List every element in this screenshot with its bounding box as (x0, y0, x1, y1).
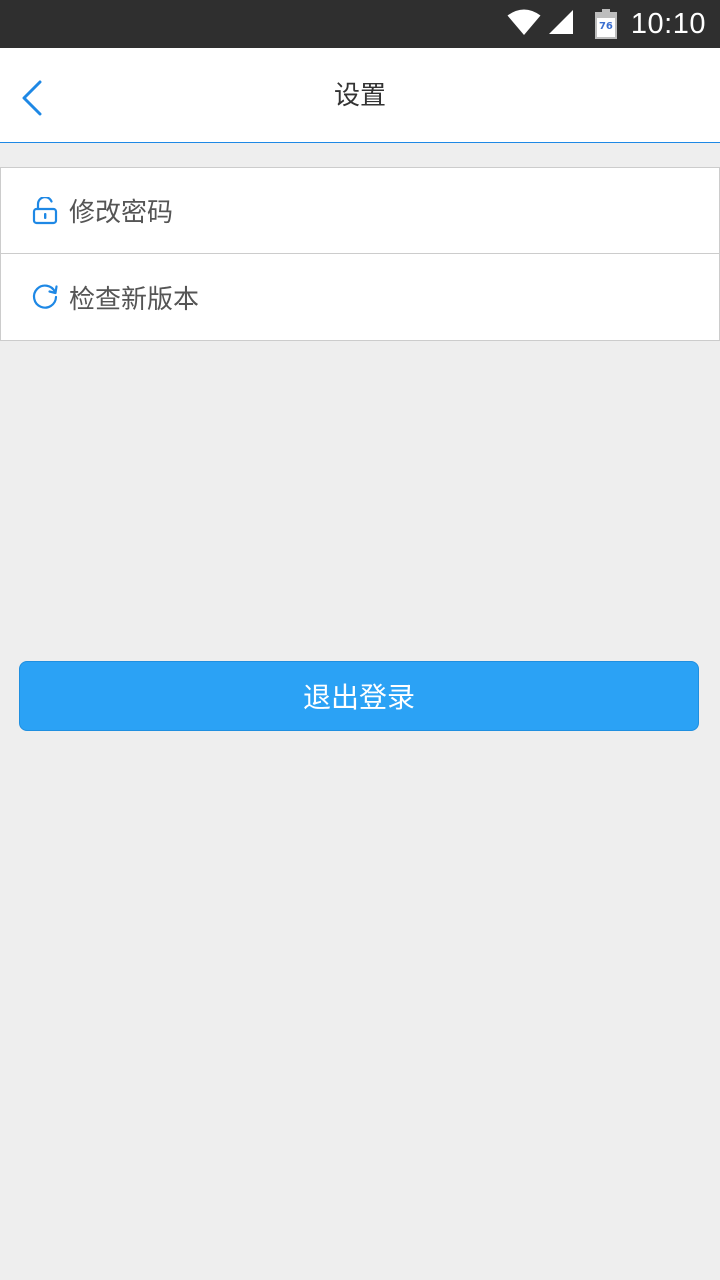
menu-item-label: 检查新版本 (69, 284, 200, 315)
unlock-icon (31, 196, 59, 225)
status-icons: 76 10:10 (507, 0, 706, 48)
menu-item-label: 修改密码 (69, 198, 174, 228)
signal-icon (548, 10, 573, 38)
settings-menu: 修改密码 检查新版本 (0, 167, 720, 341)
status-bar: 76 10:10 (0, 0, 720, 48)
status-time: 10:10 (630, 7, 706, 40)
page-title: 设置 (333, 81, 386, 111)
battery-icon: 76 (594, 9, 617, 39)
chevron-left-icon (20, 80, 44, 120)
header: 设置 (0, 48, 720, 143)
refresh-icon (31, 283, 59, 311)
menu-item-change-password[interactable]: 修改密码 (0, 167, 720, 254)
logout-button[interactable]: 退出登录 (19, 661, 699, 731)
wifi-icon (507, 8, 541, 40)
menu-item-check-update[interactable]: 检查新版本 (0, 254, 720, 341)
back-button[interactable] (12, 76, 52, 124)
battery-level: 76 (598, 21, 613, 32)
